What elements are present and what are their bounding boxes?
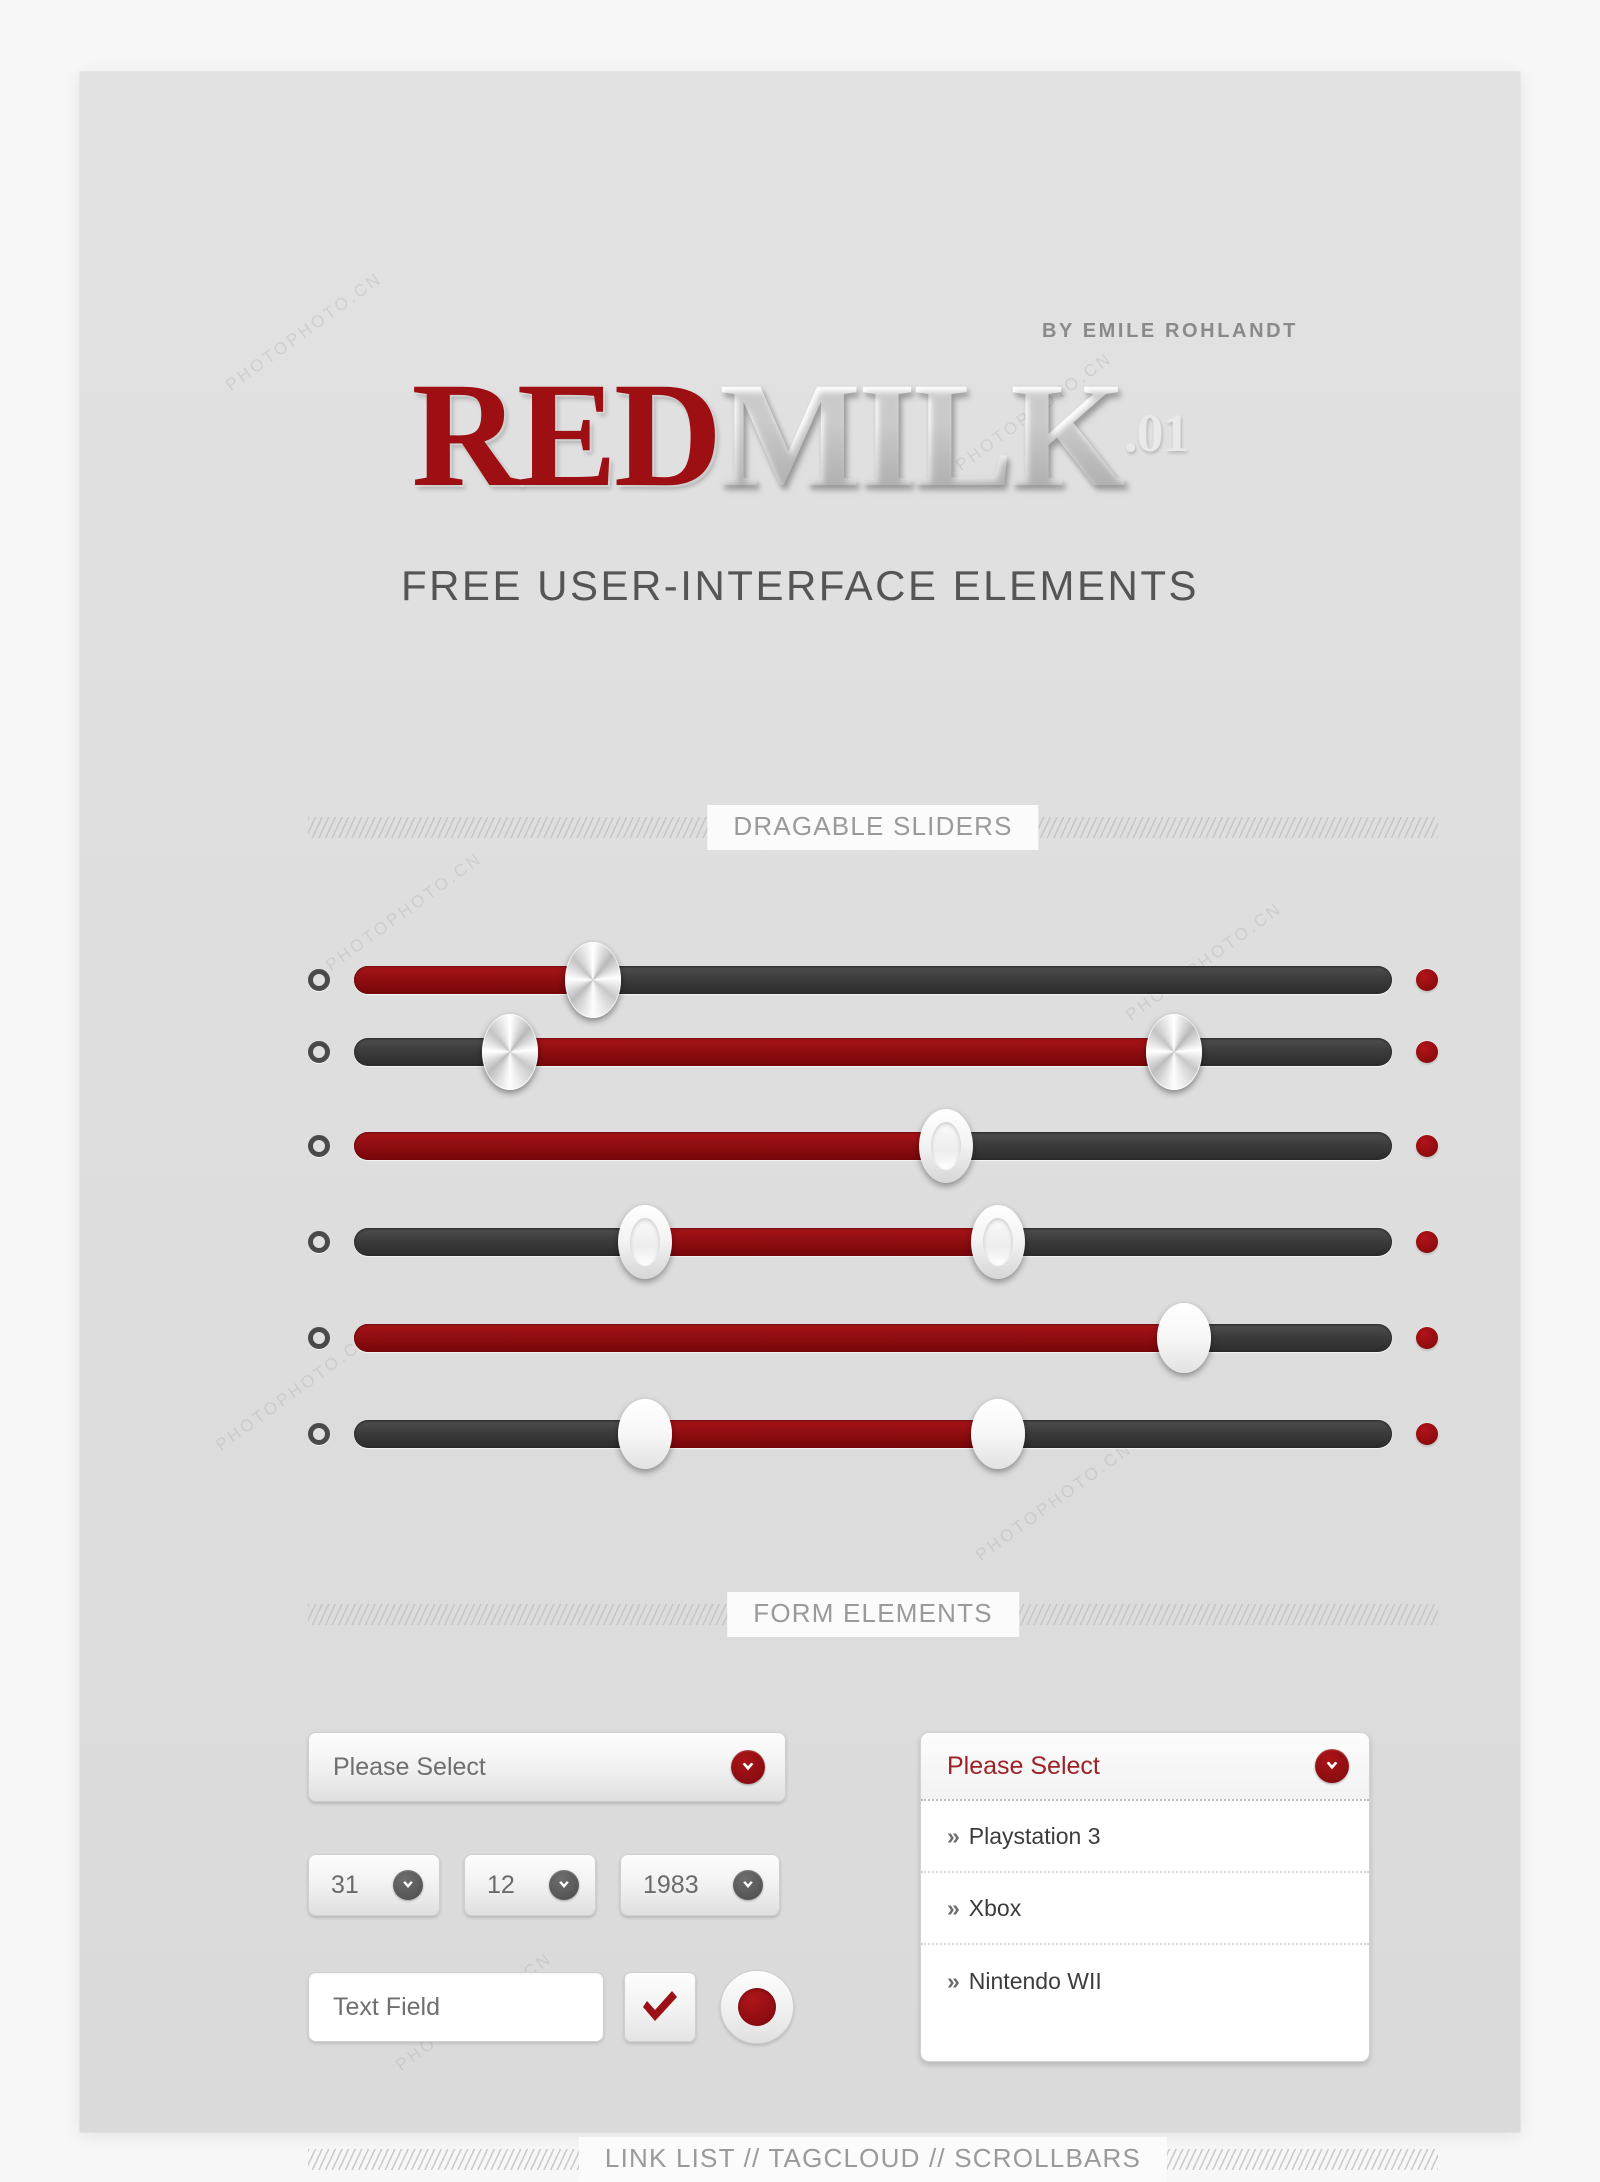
slider-handle-high[interactable]: [1146, 1014, 1203, 1090]
slider-fill: [354, 966, 593, 994]
slider-max-marker-icon: [1416, 1423, 1438, 1445]
slider-max-marker-icon: [1416, 969, 1438, 991]
section-title-linklist: LINK LIST // TAGCLOUD // SCROLLBARS: [578, 2137, 1168, 2182]
slider-fill: [354, 1324, 1185, 1352]
item-marker-icon: »: [947, 1894, 960, 1921]
dropdown-item-label: Playstation 3: [968, 1822, 1101, 1849]
slider-handle-high[interactable]: [970, 1205, 1025, 1279]
slider-track[interactable]: [354, 1399, 1392, 1469]
dropdown-header-value: Please Select: [947, 1751, 1100, 1780]
select-month[interactable]: 12: [464, 1854, 596, 1916]
select-year[interactable]: 1983: [620, 1854, 780, 1916]
select-please-select[interactable]: Please Select: [308, 1732, 786, 1802]
slider-fill: [644, 1228, 998, 1256]
radio-dot-icon: [738, 1988, 776, 2026]
item-marker-icon: »: [947, 1967, 960, 1994]
slider-min-marker-icon: [308, 1231, 330, 1253]
slider-ring-single[interactable]: [308, 1098, 1438, 1194]
slider-track[interactable]: [354, 1014, 1392, 1090]
text-field-value: Text Field: [333, 1992, 440, 2021]
text-field-input[interactable]: Text Field: [308, 1972, 604, 2042]
ui-kit-page: PHOTOPHOTO.CN PHOTOPHOTO.CN PHOTOPHOTO.C…: [80, 72, 1520, 2182]
section-divider-sliders: DRAGABLE SLIDERS: [308, 805, 1438, 850]
dropdown-item[interactable]: » Xbox: [921, 1873, 1369, 1945]
select-month-value: 12: [487, 1870, 515, 1899]
slider-solid-single[interactable]: [308, 1290, 1438, 1386]
logo-white-word: MILK: [719, 352, 1127, 518]
select-year-value: 1983: [643, 1870, 699, 1899]
author-byline: BY EMILE ROHLANDT: [1041, 320, 1298, 342]
slider-max-marker-icon: [1416, 1135, 1438, 1157]
page-tagline: FREE USER-INTERFACE ELEMENTS: [400, 562, 1200, 609]
dropdown-item-label: Xbox: [968, 1894, 1022, 1921]
slider-min-marker-icon: [308, 1135, 330, 1157]
slider-fill: [509, 1038, 1174, 1066]
slider-track[interactable]: [354, 942, 1392, 1018]
slider-max-marker-icon: [1416, 1231, 1438, 1253]
slider-max-marker-icon: [1416, 1041, 1438, 1063]
slider-ring-range[interactable]: [308, 1194, 1438, 1290]
slider-track[interactable]: [354, 1303, 1392, 1373]
slider-track[interactable]: [354, 1205, 1392, 1279]
slider-handle-high[interactable]: [970, 1399, 1025, 1469]
dropdown-item-label: Nintendo WII: [968, 1967, 1102, 1994]
slider-max-marker-icon: [1416, 1327, 1438, 1349]
chevron-down-icon[interactable]: [549, 1870, 579, 1900]
section-divider-forms: FORM ELEMENTS: [308, 1592, 1438, 1637]
slider-handle-low[interactable]: [617, 1205, 672, 1279]
item-marker-icon: »: [947, 1822, 960, 1849]
select-day-value: 31: [331, 1870, 359, 1899]
slider-handle[interactable]: [1157, 1303, 1212, 1373]
dropdown-open-please-select[interactable]: Please Select » Playstation 3 » Xbox » N…: [920, 1732, 1370, 2062]
select-value: Please Select: [333, 1752, 486, 1781]
section-divider-linklist: LINK LIST // TAGCLOUD // SCROLLBARS: [308, 2137, 1438, 2182]
slider-handle-low[interactable]: [617, 1399, 672, 1469]
radio-selected[interactable]: [720, 1970, 794, 2044]
slider-min-marker-icon: [308, 1327, 330, 1349]
slider-min-marker-icon: [308, 969, 330, 991]
select-day[interactable]: 31: [308, 1854, 440, 1916]
slider-min-marker-icon: [308, 1423, 330, 1445]
logo-red-word: RED: [411, 352, 723, 518]
logo-version: .01: [1123, 403, 1189, 463]
page-logo: REDMILK.01: [80, 360, 1520, 510]
section-title-forms: FORM ELEMENTS: [727, 1592, 1019, 1637]
dropdown-item[interactable]: » Playstation 3: [921, 1801, 1369, 1873]
chevron-down-icon[interactable]: [1315, 1749, 1349, 1783]
slider-handle[interactable]: [918, 1109, 973, 1183]
chevron-down-icon[interactable]: [733, 1870, 763, 1900]
check-icon: [643, 1991, 677, 2021]
dropdown-header[interactable]: Please Select: [921, 1733, 1369, 1801]
slider-solid-range[interactable]: [308, 1386, 1438, 1482]
chevron-down-icon[interactable]: [731, 1750, 765, 1784]
slider-handle-low[interactable]: [481, 1014, 538, 1090]
section-title-sliders: DRAGABLE SLIDERS: [707, 805, 1039, 850]
slider-fill: [644, 1420, 998, 1448]
slider-metal-range[interactable]: [308, 1004, 1438, 1100]
slider-track[interactable]: [354, 1109, 1392, 1183]
chevron-down-icon[interactable]: [393, 1870, 423, 1900]
checkbox-checked[interactable]: [624, 1972, 696, 2042]
dropdown-item[interactable]: » Nintendo WII: [921, 1945, 1369, 2017]
slider-min-marker-icon: [308, 1041, 330, 1063]
slider-fill: [354, 1132, 946, 1160]
